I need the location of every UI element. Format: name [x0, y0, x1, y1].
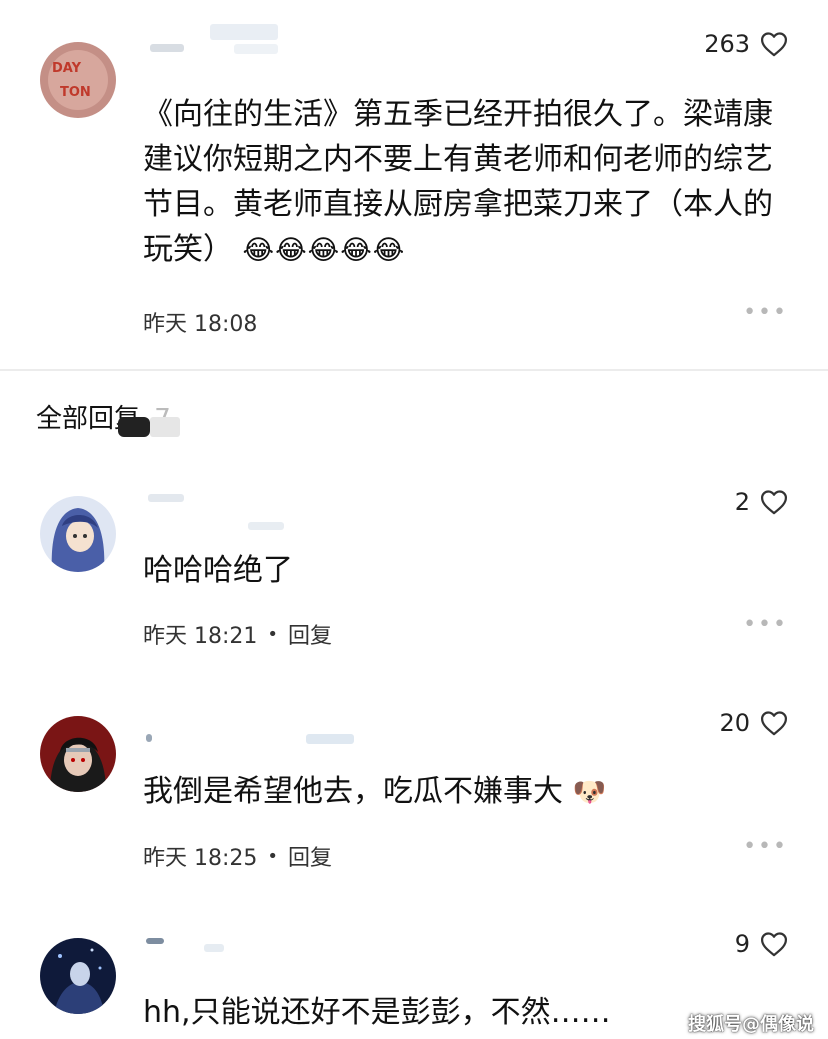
- like-count: 2: [734, 488, 750, 516]
- like-count: 9: [734, 930, 750, 958]
- timestamp: 昨天 18:25: [143, 846, 258, 871]
- divider: [0, 369, 828, 371]
- timestamp: 昨天 18:08: [143, 312, 258, 337]
- avatar[interactable]: [40, 938, 116, 1014]
- comment-text: hh,只能说还好不是彭彭，不然……: [143, 990, 611, 1035]
- avatar-image-reply-3: [40, 938, 116, 1014]
- heart-outline-icon: [760, 932, 788, 957]
- comment-meta: 昨天 18:21 • 回复: [143, 618, 332, 650]
- comment-meta: 昨天 18:08: [143, 306, 257, 338]
- svg-text:TON: TON: [60, 85, 91, 100]
- comment-text: 《向往的生活》第五季已经开拍很久了。梁靖康建议你短期之内不要上有黄老师和何老师的…: [143, 92, 773, 273]
- watermark: 搜狐号@偶像说: [688, 1014, 814, 1035]
- svg-text:DAY: DAY: [52, 61, 82, 76]
- like-button[interactable]: 2: [735, 488, 788, 516]
- separator-dot: •: [267, 845, 279, 867]
- comment-text: 我倒是希望他去，吃瓜不嫌事大 🐶: [143, 769, 607, 815]
- dog-emoji-icon: 🐶: [572, 777, 608, 808]
- comment-body: 《向往的生活》第五季已经开拍很久了。梁靖康建议你短期之内不要上有黄老师和何老师的…: [143, 97, 773, 267]
- reply-button[interactable]: 回复: [288, 618, 332, 650]
- username-redacted[interactable]: [150, 24, 280, 54]
- avatar[interactable]: [40, 496, 116, 572]
- username-redacted[interactable]: [148, 494, 288, 530]
- like-button[interactable]: 263: [704, 30, 788, 58]
- comment-body: 哈哈哈绝了: [143, 553, 293, 588]
- redaction-mark: [150, 417, 180, 437]
- like-button[interactable]: 20: [719, 709, 788, 737]
- more-dots-icon[interactable]: •••: [743, 300, 788, 325]
- avatar-image-main: DAY TON: [40, 42, 116, 118]
- heart-outline-icon: [760, 711, 788, 736]
- username-redacted[interactable]: [146, 936, 236, 958]
- avatar[interactable]: DAY TON: [40, 42, 116, 118]
- like-button[interactable]: 9: [735, 930, 788, 958]
- avatar-image-reply-2: [40, 716, 116, 792]
- comment-body: 我倒是希望他去，吃瓜不嫌事大: [143, 774, 563, 809]
- more-dots-icon[interactable]: •••: [743, 834, 788, 859]
- heart-outline-icon: [760, 32, 788, 57]
- laughing-emoji-icons: 😂😂😂😂😂: [242, 235, 406, 266]
- username-redacted[interactable]: [146, 730, 356, 752]
- avatar[interactable]: [40, 716, 116, 792]
- comment-meta: 昨天 18:25 • 回复: [143, 840, 332, 872]
- heart-outline-icon: [760, 490, 788, 515]
- timestamp: 昨天 18:21: [143, 624, 258, 649]
- avatar-image-reply-1: [40, 496, 116, 572]
- separator-dot: •: [267, 623, 279, 645]
- more-dots-icon[interactable]: •••: [743, 612, 788, 637]
- comment-body: hh,只能说还好不是彭彭，不然……: [143, 995, 611, 1030]
- reply-button[interactable]: 回复: [288, 840, 332, 872]
- like-count: 20: [719, 709, 750, 737]
- like-count: 263: [704, 30, 750, 58]
- redaction-mark: [118, 417, 150, 437]
- comment-text: 哈哈哈绝了: [143, 548, 293, 593]
